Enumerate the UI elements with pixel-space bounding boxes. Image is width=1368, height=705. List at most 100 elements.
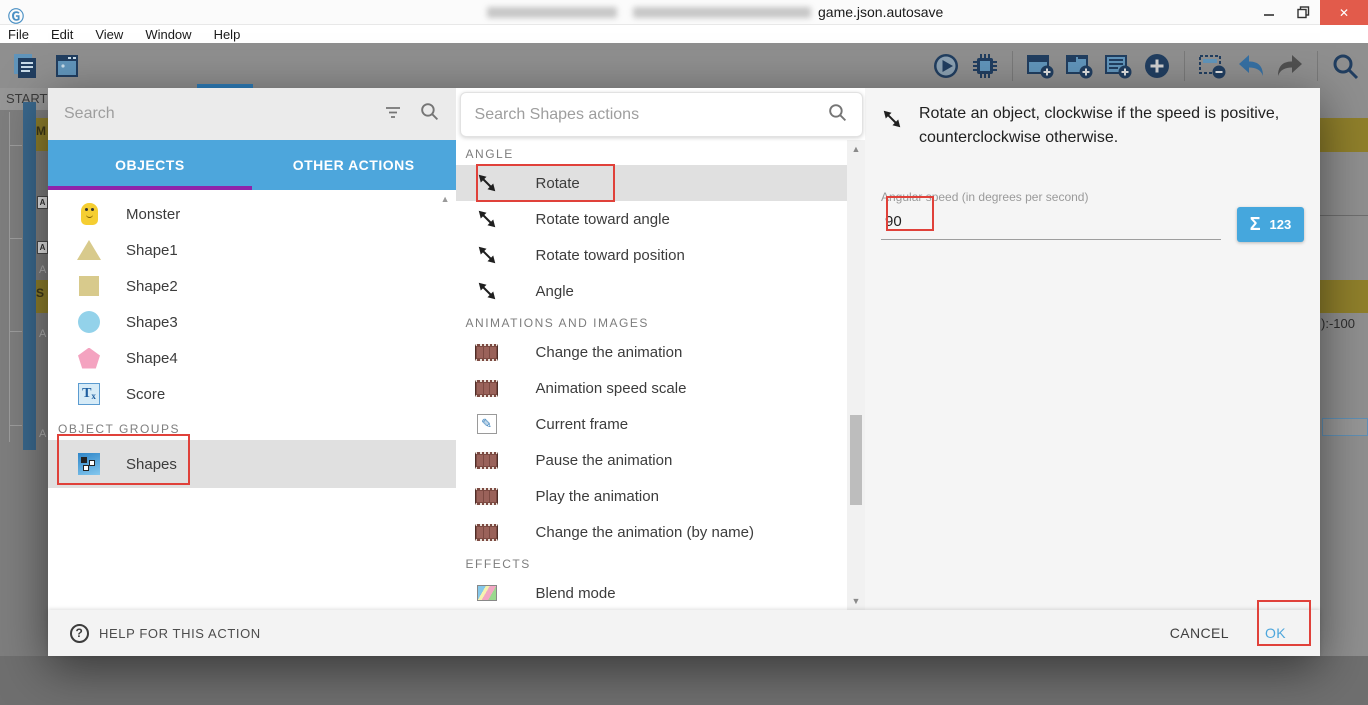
- object-tabs: OBJECTS OTHER ACTIONS: [48, 140, 456, 190]
- object-item-shape2[interactable]: Shape2: [48, 268, 456, 304]
- ok-button[interactable]: OK: [1265, 625, 1286, 641]
- menu-window[interactable]: Window: [134, 27, 202, 42]
- item-label: Rotate: [535, 174, 580, 192]
- action-search-input[interactable]: [474, 105, 827, 124]
- event-condition-bar: [23, 102, 36, 450]
- rotate-icon: [474, 172, 500, 194]
- events-sheet-right-fragment: ):-100: [1320, 88, 1368, 656]
- action-item-pause-the-animation[interactable]: Pause the animation: [456, 442, 847, 478]
- scene-editor-icon[interactable]: [52, 51, 82, 81]
- menu-help[interactable]: Help: [203, 27, 252, 42]
- object-item-shape1[interactable]: Shape1: [48, 232, 456, 268]
- project-manager-icon[interactable]: [10, 51, 40, 81]
- section-header-angle: ANGLE: [465, 147, 514, 161]
- toolbar-undo-icon[interactable]: [1236, 51, 1266, 81]
- toolbar-redo-icon[interactable]: [1275, 51, 1305, 81]
- monster-icon: [76, 203, 102, 225]
- item-label: Blend mode: [535, 584, 616, 602]
- item-label: Current frame: [535, 415, 629, 433]
- tab-objects[interactable]: OBJECTS: [48, 140, 252, 190]
- item-label: Change the animation: [535, 343, 683, 361]
- text-object-icon: Tx: [76, 383, 102, 405]
- menu-file[interactable]: File: [0, 27, 40, 42]
- item-label: Shape3: [126, 313, 178, 331]
- parameter-label: Angular speed (in degrees per second): [881, 190, 1089, 204]
- filter-icon[interactable]: [383, 102, 403, 127]
- circle-icon: [76, 311, 102, 333]
- menu-bar: File Edit View Window Help: [0, 25, 1368, 43]
- film-icon: [474, 487, 500, 505]
- action-item-blend-mode[interactable]: Blend mode: [456, 575, 847, 610]
- rotate-icon: [474, 280, 500, 302]
- item-label: Rotate toward position: [535, 246, 685, 264]
- scroll-down-arrow[interactable]: ▼: [847, 596, 865, 606]
- restore-button[interactable]: [1286, 0, 1320, 25]
- search-icon[interactable]: [827, 102, 848, 128]
- action-item-change-the-animation[interactable]: Change the animation: [456, 334, 847, 370]
- toolbar-add-circle-icon[interactable]: [1142, 51, 1172, 81]
- item-label: Score: [126, 385, 166, 403]
- object-selector-panel: OBJECTS OTHER ACTIONS Monster Shape1 Sha…: [48, 88, 456, 610]
- scroll-up-arrow[interactable]: ▲: [847, 144, 865, 154]
- rotate-icon: [881, 108, 903, 150]
- search-icon[interactable]: [419, 101, 440, 127]
- action-item-change-the-animation-by-name[interactable]: Change the animation (by name): [456, 514, 847, 550]
- scrollbar-thumb[interactable]: [850, 415, 862, 505]
- backdrop-bottom: [0, 656, 1368, 705]
- toolbar-left-group: [10, 51, 82, 81]
- gdevelop-logo-icon: Ⓖ: [8, 9, 25, 26]
- blend-icon: [474, 585, 500, 601]
- square-icon: [76, 276, 102, 296]
- action-item-play-the-animation[interactable]: Play the animation: [456, 478, 847, 514]
- toolbar-add-event-icon[interactable]: [1025, 51, 1055, 81]
- edit-action-dialog: OBJECTS OTHER ACTIONS Monster Shape1 Sha…: [48, 88, 1320, 656]
- gdevelop-window: { "window": { "title_suffix": "game.json…: [0, 0, 1368, 705]
- toolbar-play-icon[interactable]: [931, 51, 961, 81]
- action-selector-panel: ANGLE Rotate Rotate toward angle Rotate …: [455, 88, 865, 610]
- cancel-button[interactable]: CANCEL: [1170, 625, 1229, 641]
- object-item-shape3[interactable]: Shape3: [48, 304, 456, 340]
- action-parameters-panel: Rotate an object, clockwise if the speed…: [865, 88, 1320, 610]
- actions-scrollbar[interactable]: ▲ ▼: [847, 140, 865, 610]
- item-label: Angle: [535, 282, 574, 300]
- object-item-monster[interactable]: Monster: [48, 196, 456, 232]
- section-header-effects: EFFECTS: [465, 557, 531, 571]
- toolbar-add-comment-icon[interactable]: [1103, 51, 1133, 81]
- toolbar-debug-icon[interactable]: [970, 51, 1000, 81]
- object-groups-header: OBJECT GROUPS: [58, 422, 180, 436]
- action-item-rotate-toward-angle[interactable]: Rotate toward angle: [456, 201, 847, 237]
- action-item-rotate[interactable]: Rotate: [455, 165, 847, 201]
- numbers-label: 123: [1269, 217, 1292, 232]
- scroll-up-arrow[interactable]: ▲: [441, 194, 450, 204]
- action-item-angle[interactable]: Angle: [456, 273, 847, 309]
- item-label: Shape4: [126, 349, 178, 367]
- redacted-title-segment: [487, 7, 617, 18]
- action-item-current-frame[interactable]: ✎ Current frame: [456, 406, 847, 442]
- action-item-animation-speed-scale[interactable]: Animation speed scale: [456, 370, 847, 406]
- toolbar-search-icon[interactable]: [1330, 51, 1360, 81]
- action-search-bar: [459, 92, 863, 137]
- action-description-text: Rotate an object, clockwise if the speed…: [919, 105, 1280, 146]
- toolbar-add-subevent-icon[interactable]: [1064, 51, 1094, 81]
- item-label: Rotate toward angle: [535, 210, 670, 228]
- objects-list: Monster Shape1 Shape2 Shape3 Shape4 Tx S…: [48, 190, 456, 610]
- minimize-button[interactable]: [1252, 0, 1286, 25]
- object-search-input[interactable]: [64, 105, 367, 123]
- tab-other-actions[interactable]: OTHER ACTIONS: [252, 140, 456, 190]
- help-icon: ?: [70, 623, 89, 643]
- expression-editor-button[interactable]: Σ 123: [1237, 207, 1304, 242]
- toolbar-separator: [1317, 50, 1318, 81]
- menu-edit[interactable]: Edit: [40, 27, 84, 42]
- expression-fragment: ):-100: [1321, 316, 1355, 331]
- action-item-rotate-toward-position[interactable]: Rotate toward position: [456, 237, 847, 273]
- film-icon: [474, 451, 500, 469]
- object-item-shape4[interactable]: Shape4: [48, 340, 456, 376]
- help-link[interactable]: ? HELP FOR THIS ACTION: [70, 623, 261, 643]
- object-item-score[interactable]: Tx Score: [48, 376, 456, 412]
- toolbar-delete-event-icon[interactable]: [1197, 51, 1227, 81]
- group-item-shapes[interactable]: Shapes: [48, 440, 456, 488]
- item-label: Pause the animation: [535, 451, 673, 469]
- menu-view[interactable]: View: [84, 27, 134, 42]
- angular-speed-input[interactable]: [881, 206, 1221, 240]
- close-button[interactable]: ✕: [1320, 0, 1368, 25]
